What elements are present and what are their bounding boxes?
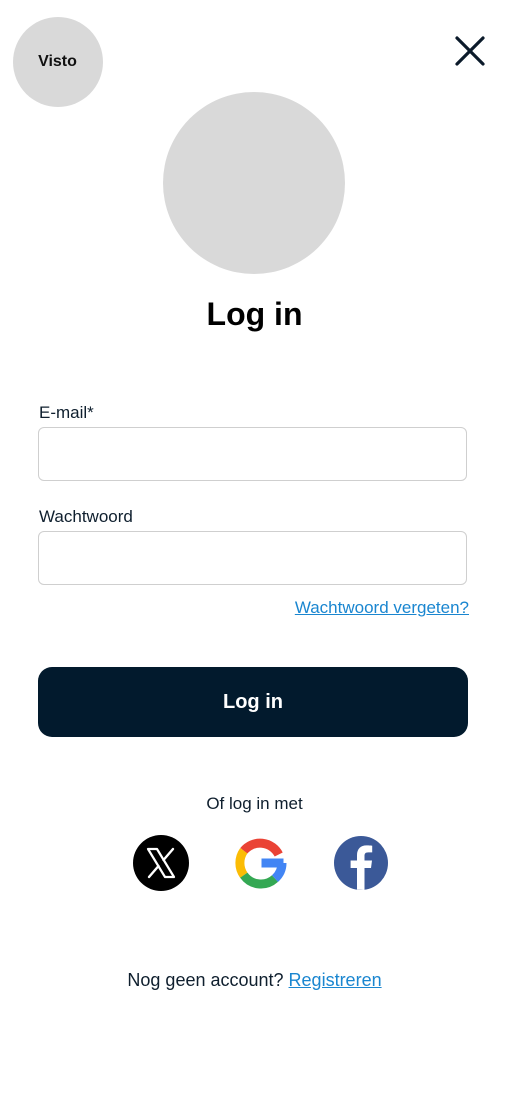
- forgot-password-link[interactable]: Wachtwoord vergeten?: [295, 597, 469, 619]
- close-button[interactable]: [452, 33, 488, 69]
- brand-logo-text: Visto: [38, 53, 77, 70]
- password-field[interactable]: [38, 531, 467, 585]
- register-link[interactable]: Registreren: [289, 970, 382, 990]
- email-field[interactable]: [38, 427, 467, 481]
- login-button[interactable]: Log in: [38, 667, 468, 737]
- avatar-placeholder: [163, 92, 345, 274]
- facebook-login-button[interactable]: [333, 835, 389, 891]
- page-title: Log in: [206, 296, 303, 332]
- x-login-button[interactable]: [133, 835, 189, 891]
- social-login-caption: Of log in met: [206, 794, 303, 813]
- x-logo-icon: [133, 835, 189, 891]
- close-icon: [455, 36, 485, 66]
- brand-logo: Visto: [13, 17, 103, 107]
- google-login-button[interactable]: [233, 835, 289, 891]
- google-logo-icon: [235, 838, 287, 889]
- password-label: Wachtwoord: [39, 507, 133, 526]
- signup-line: Nog geen account? Registreren: [0, 969, 509, 991]
- email-label: E-mail*: [39, 403, 94, 422]
- signup-prompt: Nog geen account?: [127, 970, 284, 990]
- facebook-logo-icon: [334, 836, 388, 890]
